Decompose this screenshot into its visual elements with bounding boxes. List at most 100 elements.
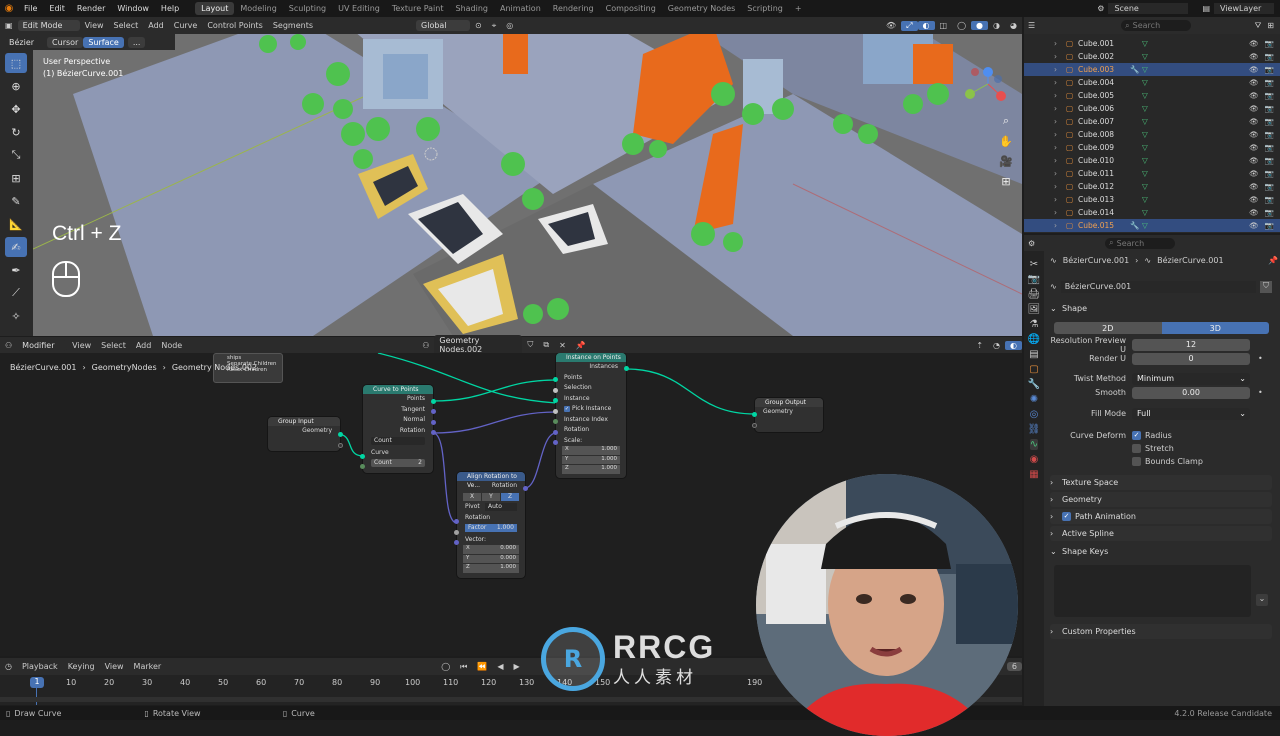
extrude-tool-icon[interactable]: ⟋ <box>5 283 27 303</box>
gizmo-toggle-icon[interactable]: ⤢ <box>901 20 918 31</box>
visibility-eye-icon[interactable]: 👁 <box>1249 221 1259 230</box>
tab-texture-paint[interactable]: Texture Paint <box>386 2 450 15</box>
mesh-data-icon[interactable]: ▽ <box>1142 208 1148 217</box>
shading-material-icon[interactable]: ◑ <box>988 21 1005 30</box>
socket[interactable] <box>553 440 558 445</box>
axis-x-button[interactable]: X <box>463 492 481 501</box>
tab-animation[interactable]: Animation <box>494 2 547 15</box>
socket[interactable] <box>431 399 436 404</box>
render-camera-icon[interactable]: 📷 <box>1265 221 1274 230</box>
stretch-checkbox[interactable] <box>1132 444 1141 453</box>
visibility-eye-icon[interactable]: 👁 <box>1249 39 1259 48</box>
record-icon[interactable]: ◯ <box>436 662 455 671</box>
menu-help[interactable]: Help <box>155 4 185 13</box>
socket[interactable] <box>553 398 558 403</box>
menu-file[interactable]: File <box>18 4 43 13</box>
surface-button[interactable]: Surface <box>83 36 124 48</box>
socket[interactable] <box>431 420 436 425</box>
transform-tool-icon[interactable]: ⊞ <box>5 168 27 188</box>
node-tree-type-selector[interactable]: Modifier <box>17 339 68 351</box>
timeline-menu-keying[interactable]: Keying <box>63 662 100 671</box>
expand-arrow-icon[interactable]: › <box>1054 52 1066 61</box>
timeline-editor-icon[interactable]: ◷ <box>0 662 17 671</box>
select-box-icon[interactable]: ⬚ <box>5 53 27 73</box>
socket[interactable] <box>553 430 558 435</box>
group-input-node[interactable]: Group Input Geometry <box>268 417 343 451</box>
axis-z-button[interactable]: Z <box>501 492 519 501</box>
visibility-eye-icon[interactable]: 👁 <box>1249 143 1259 152</box>
modifier-wrench-icon[interactable]: 🔧 <box>1130 221 1142 230</box>
menu-edit[interactable]: Edit <box>43 4 71 13</box>
animate-dot-icon[interactable]: • <box>1258 354 1263 363</box>
node-menu-node[interactable]: Node <box>156 341 187 350</box>
render-camera-icon[interactable]: 📷 <box>1265 143 1274 152</box>
tab-geometry-nodes[interactable]: Geometry Nodes <box>662 2 741 15</box>
expand-arrow-icon[interactable]: › <box>1054 156 1066 165</box>
data-block-name[interactable]: BézierCurve.001 <box>1060 280 1256 293</box>
outliner-item[interactable]: › ▢ Cube.003 🔧 ▽ 👁 📷 <box>1024 63 1280 76</box>
outliner-item[interactable]: › ▢ Cube.005 ▽ 👁 📷 <box>1024 89 1280 102</box>
breadcrumb-object[interactable]: BézierCurve.001 <box>10 363 76 372</box>
mode-selector[interactable]: Edit Mode <box>17 20 80 31</box>
pan-hand-icon[interactable]: ✋ <box>999 135 1013 148</box>
socket[interactable] <box>553 409 558 414</box>
viewport-menu-curve[interactable]: Curve <box>169 21 203 30</box>
view-layer-tab-icon[interactable]: 🖼 <box>1028 304 1041 315</box>
mesh-data-icon[interactable]: ▽ <box>1142 117 1148 126</box>
outliner-item[interactable]: › ▢ Cube.009 ▽ 👁 📷 <box>1024 141 1280 154</box>
constraints-tab-icon[interactable]: ⛓ <box>1028 424 1041 435</box>
socket[interactable] <box>338 443 343 448</box>
tab-uv-editing[interactable]: UV Editing <box>332 2 386 15</box>
viewport-menu-control-points[interactable]: Control Points <box>202 21 268 30</box>
dimension-3d-button[interactable]: 3D <box>1161 322 1269 334</box>
measure-tool-icon[interactable]: 📐 <box>5 214 27 234</box>
object-tab-icon[interactable]: ▢ <box>1029 364 1038 375</box>
render-camera-icon[interactable]: 📷 <box>1265 130 1274 139</box>
pen-tool-icon[interactable]: ✒ <box>5 260 27 280</box>
socket[interactable] <box>523 486 528 491</box>
modifier-wrench-icon[interactable]: 🔧 <box>1130 65 1142 74</box>
mesh-data-icon[interactable]: ▽ <box>1142 169 1148 178</box>
instance-on-points-node[interactable]: Instance on Points Instances Points Sele… <box>553 353 629 478</box>
more-options-button[interactable]: ... <box>127 36 146 48</box>
expand-arrow-icon[interactable]: › <box>1054 182 1066 191</box>
visibility-eye-icon[interactable]: 👁 <box>1249 130 1259 139</box>
node-menu-view[interactable]: View <box>67 341 96 350</box>
custom-properties-panel[interactable]: › Custom Properties <box>1050 624 1272 639</box>
socket[interactable] <box>624 366 629 371</box>
outliner-item[interactable]: › ▢ Cube.007 ▽ 👁 📷 <box>1024 115 1280 128</box>
world-tab-icon[interactable]: 🌐 <box>1028 334 1040 345</box>
pivot-dropdown[interactable]: Auto <box>485 503 517 511</box>
node-menu-select[interactable]: Select <box>96 341 131 350</box>
align-rotation-node[interactable]: Align Rotation to Ve... Rotation X Y Z P… <box>454 472 528 578</box>
prev-key-icon[interactable]: ⏪ <box>472 662 492 671</box>
shading-wire-icon[interactable]: ◯ <box>952 21 971 30</box>
curve-type-selector[interactable]: Bézier <box>4 36 40 48</box>
mesh-data-icon[interactable]: ▽ <box>1142 195 1148 204</box>
visibility-eye-icon[interactable]: 👁 <box>1249 156 1259 165</box>
render-camera-icon[interactable]: 📷 <box>1265 117 1274 126</box>
tab-layout[interactable]: Layout <box>195 2 235 15</box>
socket[interactable] <box>553 419 558 424</box>
physics-tab-icon[interactable]: ◎ <box>1030 409 1039 420</box>
mesh-data-icon[interactable]: ▽ <box>1142 39 1148 48</box>
mesh-data-icon[interactable]: ▽ <box>1142 65 1148 74</box>
socket[interactable] <box>454 530 459 535</box>
socket[interactable] <box>454 519 459 524</box>
blender-logo-icon[interactable]: ◉ <box>0 3 18 14</box>
mode-dropdown[interactable]: Count <box>371 437 425 445</box>
outliner-item[interactable]: › ▢ Cube.014 ▽ 👁 📷 <box>1024 206 1280 219</box>
scale-x-field[interactable]: X 1.000 <box>562 446 620 455</box>
play-reverse-icon[interactable]: ◀ <box>492 662 508 671</box>
proportional-icon[interactable]: ◎ <box>501 21 518 30</box>
visibility-eye-icon[interactable]: 👁 <box>1249 117 1259 126</box>
render-camera-icon[interactable]: 📷 <box>1265 65 1274 74</box>
menu-window[interactable]: Window <box>111 4 155 13</box>
expand-arrow-icon[interactable]: › <box>1054 221 1066 230</box>
filter-icon[interactable]: ⛛ <box>1255 21 1262 31</box>
outliner-item-label[interactable]: Cube.012 <box>1078 182 1130 191</box>
properties-type-icon[interactable]: ⚙ <box>1028 239 1035 248</box>
twist-method-dropdown[interactable]: Minimum ⌄ <box>1132 372 1250 385</box>
tool-tab-icon[interactable]: ✂ <box>1030 259 1038 270</box>
geometry-panel[interactable]: › Geometry <box>1050 492 1272 507</box>
